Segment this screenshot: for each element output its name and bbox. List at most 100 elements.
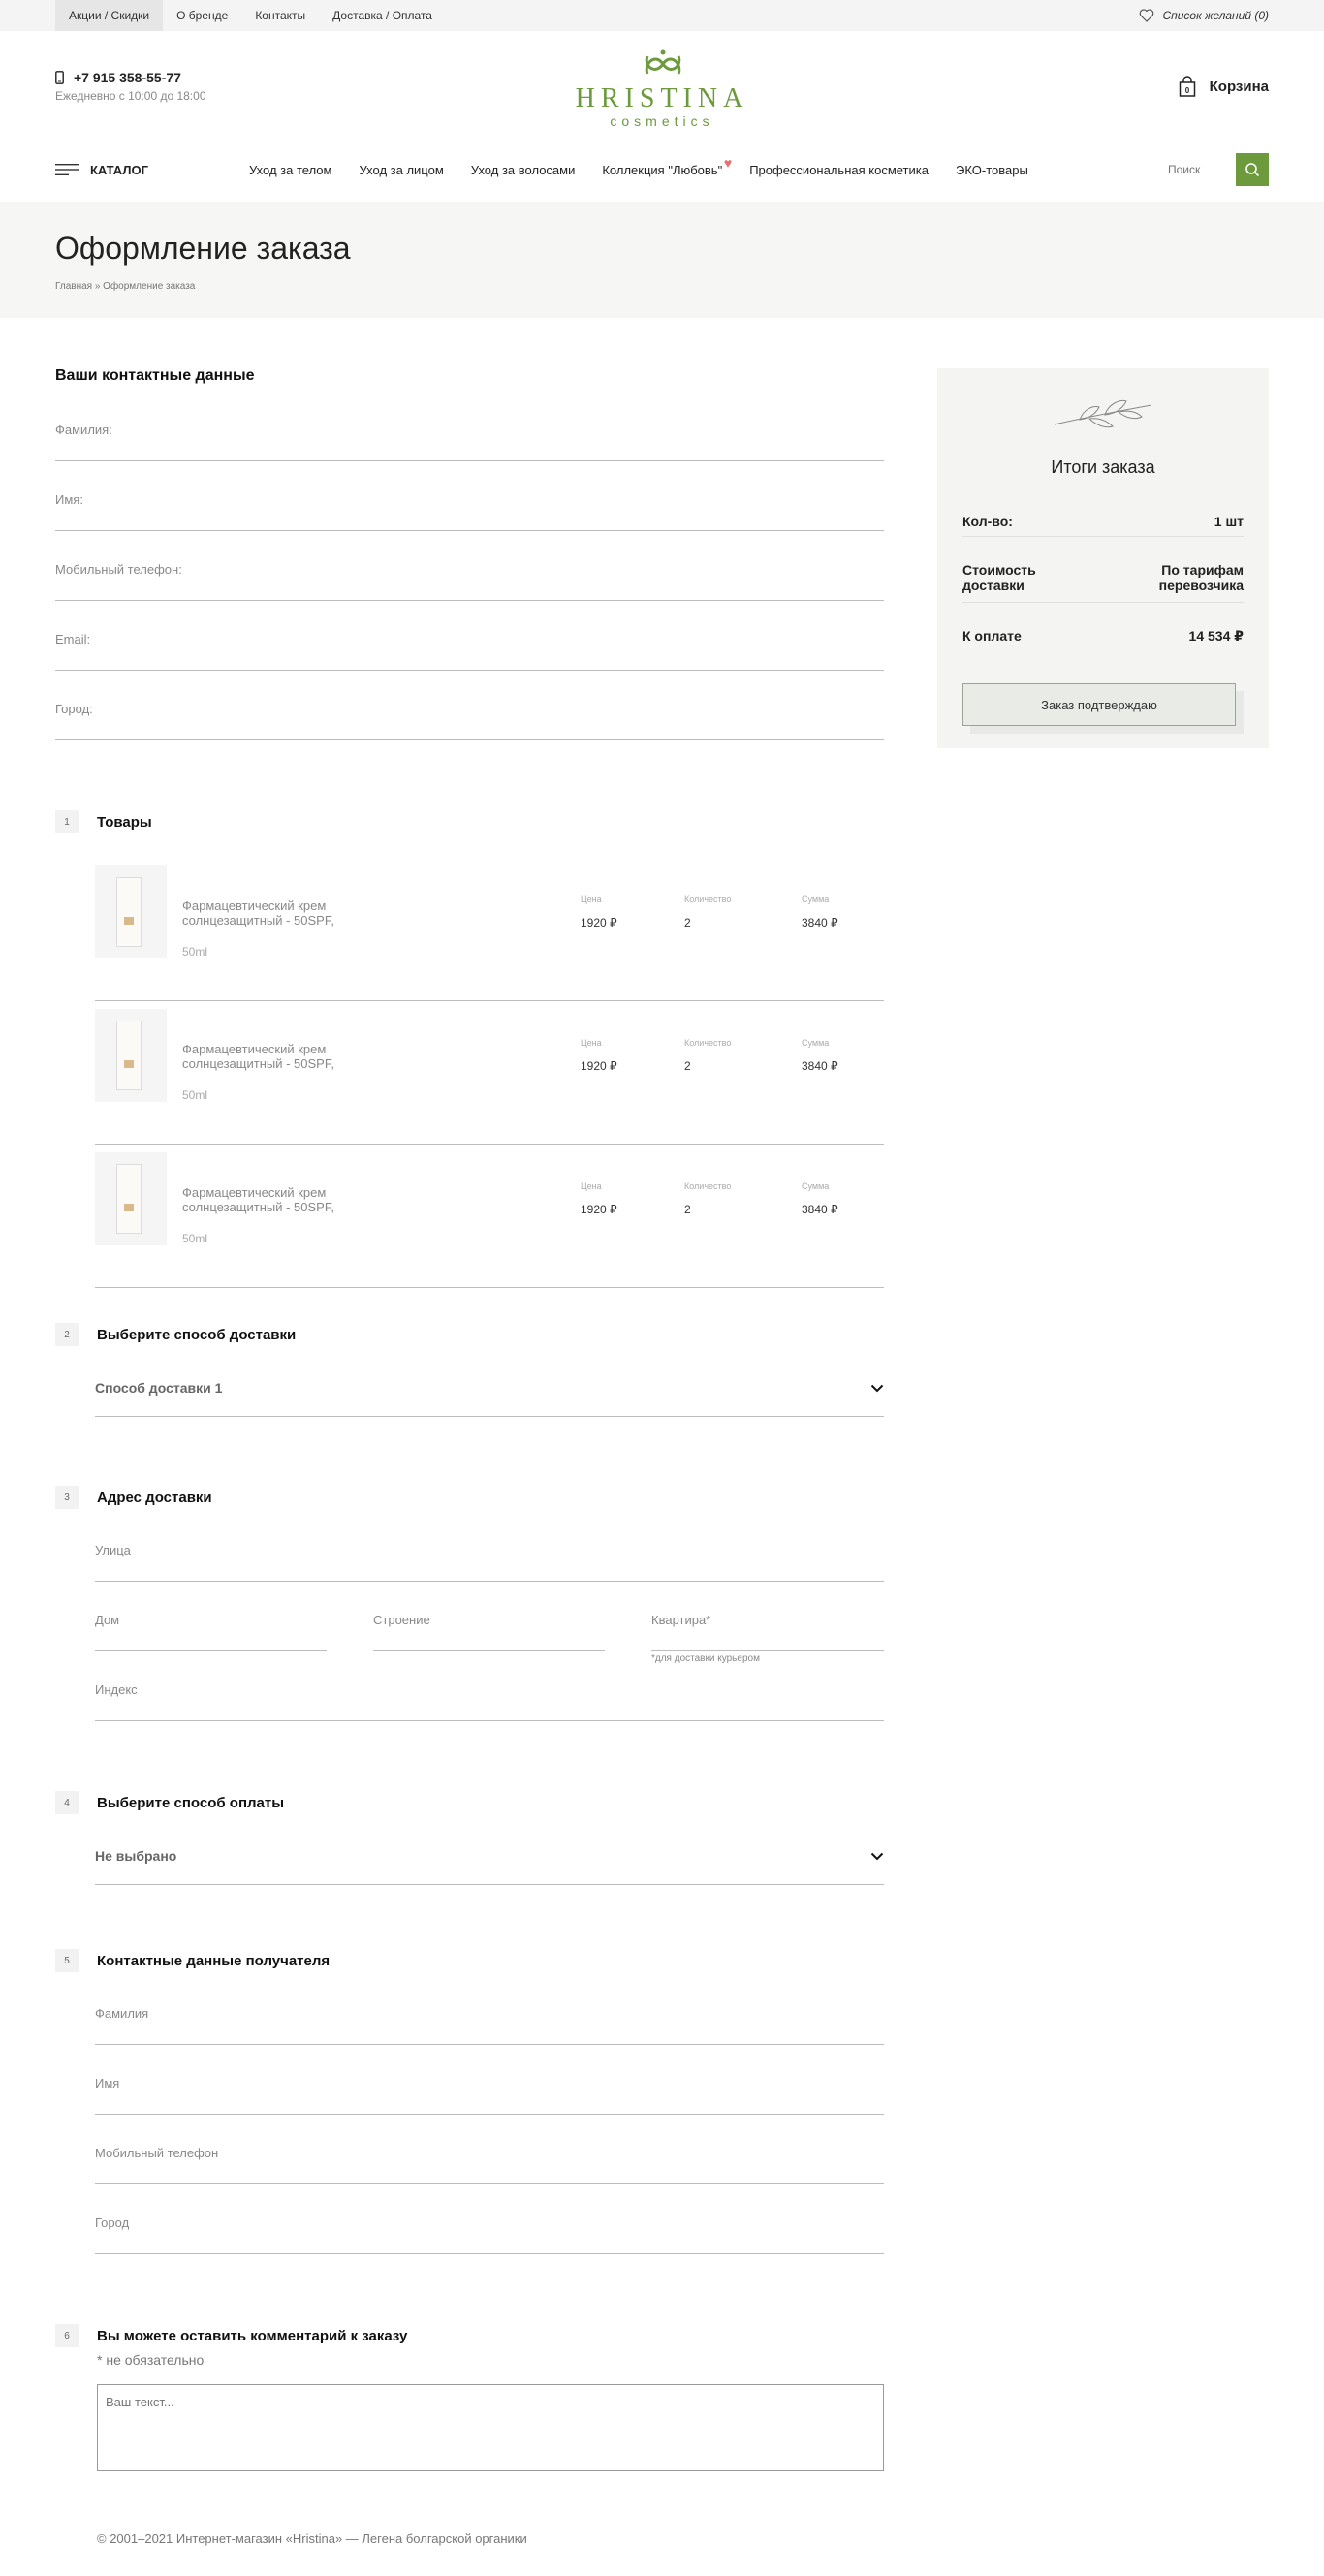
nav-hair-care[interactable]: Уход за волосами (471, 163, 576, 177)
cart-count: 0 (1184, 86, 1189, 95)
footer-copyright: © 2001–2021 Интернет-магазин «Hristina» … (97, 2531, 527, 2546)
nav-face-care[interactable]: Уход за лицом (359, 163, 443, 177)
product-qty[interactable]: 2 (684, 916, 691, 929)
wishlist-link[interactable]: Список желаний (0) (1139, 0, 1269, 31)
product-image[interactable] (95, 1152, 167, 1245)
recipient-firstname-field[interactable]: Имя (95, 2076, 884, 2115)
step-number-2: 2 (55, 1323, 79, 1346)
product-row: Фармацевтический крем солнцезащитный - 5… (95, 1009, 884, 1145)
nav-items: Уход за телом Уход за лицом Уход за воло… (249, 155, 1056, 177)
apartment-label: Квартира* (651, 1613, 711, 1627)
search-icon (1245, 163, 1260, 177)
product-price: 1920 ₽ (581, 1059, 617, 1073)
product-volume: 50ml (182, 1232, 208, 1245)
price-header: Цена (581, 1181, 602, 1191)
delivery-method-select[interactable]: Способ доставки 1 (95, 1378, 884, 1417)
logo-emblem-icon (645, 49, 681, 75)
firstname-field[interactable]: Имя: (55, 492, 884, 531)
leaf-branch-icon (1054, 400, 1152, 428)
nav-eco[interactable]: ЭКО-товары (956, 163, 1028, 177)
apartment-field[interactable]: Квартира* (651, 1613, 884, 1651)
goods-title: Товары (97, 814, 152, 831)
summary-total-row: К оплате 14 534 ₽ (962, 628, 1244, 651)
nav-love-label: Коллекция "Любовь" (602, 162, 723, 177)
search-input[interactable] (1168, 163, 1226, 176)
breadcrumb[interactable]: Главная » Оформление заказа (55, 281, 195, 292)
product-image[interactable] (95, 865, 167, 958)
top-links: Акции / Скидки О бренде Контакты Доставк… (55, 0, 446, 31)
price-header: Цена (581, 895, 602, 904)
firstname-label: Имя: (55, 492, 83, 507)
catalog-label: Каталог (90, 162, 148, 177)
recipient-title: Контактные данные получателя (97, 1953, 331, 1969)
index-field[interactable]: Индекс (95, 1682, 884, 1721)
recipient-phone-label: Мобильный телефон (95, 2146, 219, 2160)
comment-optional-note: * не обязательно (97, 2352, 205, 2368)
top-link-sales[interactable]: Акции / Скидки (55, 0, 164, 31)
step-number-6: 6 (55, 2324, 79, 2347)
summary-qty-row: Кол-во: 1 шт (962, 514, 1244, 537)
lastname-label: Фамилия: (55, 423, 112, 437)
nav-body-care[interactable]: Уход за телом (249, 163, 331, 177)
qty-header: Количество (684, 1181, 732, 1191)
nav-professional[interactable]: Профессиональная косметика (749, 163, 929, 177)
summary-total-label: К оплате (962, 628, 1022, 644)
city-label: Город: (55, 702, 93, 716)
house-label: Дом (95, 1613, 120, 1627)
page-title-band: Оформление заказа Главная » Оформление з… (0, 202, 1324, 318)
page-title: Оформление заказа (55, 231, 351, 266)
search-button[interactable] (1236, 153, 1269, 186)
email-field[interactable]: Email: (55, 632, 884, 671)
product-name[interactable]: Фармацевтический крем солнцезащитный - 5… (182, 1185, 357, 1214)
catalog-button[interactable]: Каталог (55, 163, 249, 177)
step-number-3: 3 (55, 1486, 79, 1509)
step-number-4: 4 (55, 1791, 79, 1814)
step-number-5: 5 (55, 1949, 79, 1972)
recipient-phone-field[interactable]: Мобильный телефон (95, 2146, 884, 2184)
brand-logo[interactable]: HRISTINA cosmetics (572, 48, 752, 129)
payment-method-select[interactable]: Не выбрано (95, 1846, 884, 1885)
comment-textarea[interactable] (97, 2384, 884, 2471)
product-price: 1920 ₽ (581, 1203, 617, 1216)
nav-love-collection[interactable]: Коллекция "Любовь" ♥ (602, 155, 732, 177)
working-hours: Ежедневно с 10:00 до 18:00 (55, 89, 206, 103)
index-label: Индекс (95, 1682, 138, 1697)
product-qty[interactable]: 2 (684, 1203, 691, 1216)
sum-header: Сумма (802, 895, 830, 904)
recipient-city-field[interactable]: Город (95, 2215, 884, 2254)
street-field[interactable]: Улица (95, 1543, 884, 1582)
address-title: Адрес доставки (97, 1490, 212, 1506)
recipient-lastname-field[interactable]: Фамилия (95, 2006, 884, 2045)
phone-number[interactable]: +7 915 358-55-77 (74, 70, 181, 85)
confirm-order-button[interactable]: Заказ подтверждаю (962, 683, 1236, 726)
city-field[interactable]: Город: (55, 702, 884, 740)
chevron-down-icon (870, 1384, 884, 1393)
building-field[interactable]: Строение (373, 1613, 605, 1651)
recipient-city-label: Город (95, 2215, 130, 2230)
logo-text: HRISTINA (575, 83, 749, 113)
top-link-about[interactable]: О бренде (163, 0, 241, 31)
house-field[interactable]: Дом (95, 1613, 327, 1651)
cart-link[interactable]: 0 Корзина (1179, 76, 1269, 97)
summary-title: Итоги заказа (1051, 457, 1155, 477)
cart-label: Корзина (1209, 78, 1269, 95)
lastname-field[interactable]: Фамилия: (55, 423, 884, 461)
qty-header: Количество (684, 895, 732, 904)
building-label: Строение (373, 1613, 430, 1627)
product-image[interactable] (95, 1009, 167, 1102)
product-name[interactable]: Фармацевтический крем солнцезащитный - 5… (182, 898, 357, 927)
summary-qty-label: Кол-во: (962, 514, 1013, 529)
top-link-delivery[interactable]: Доставка / Оплата (319, 0, 446, 31)
product-qty[interactable]: 2 (684, 1059, 691, 1073)
phone-field[interactable]: Мобильный телефон: (55, 562, 884, 601)
phone-icon (55, 71, 64, 84)
product-sum: 3840 ₽ (802, 1059, 838, 1073)
price-header: Цена (581, 1038, 602, 1048)
summary-delivery-label: Стоимость доставки (962, 562, 1036, 593)
sum-header: Сумма (802, 1181, 830, 1191)
summary-total-value: 14 534 ₽ (1188, 628, 1244, 644)
product-name[interactable]: Фармацевтический крем солнцезащитный - 5… (182, 1042, 357, 1071)
top-link-contacts[interactable]: Контакты (241, 0, 319, 31)
delivery-method-value: Способ доставки 1 (95, 1380, 223, 1396)
logo-subtext: cosmetics (610, 113, 714, 129)
